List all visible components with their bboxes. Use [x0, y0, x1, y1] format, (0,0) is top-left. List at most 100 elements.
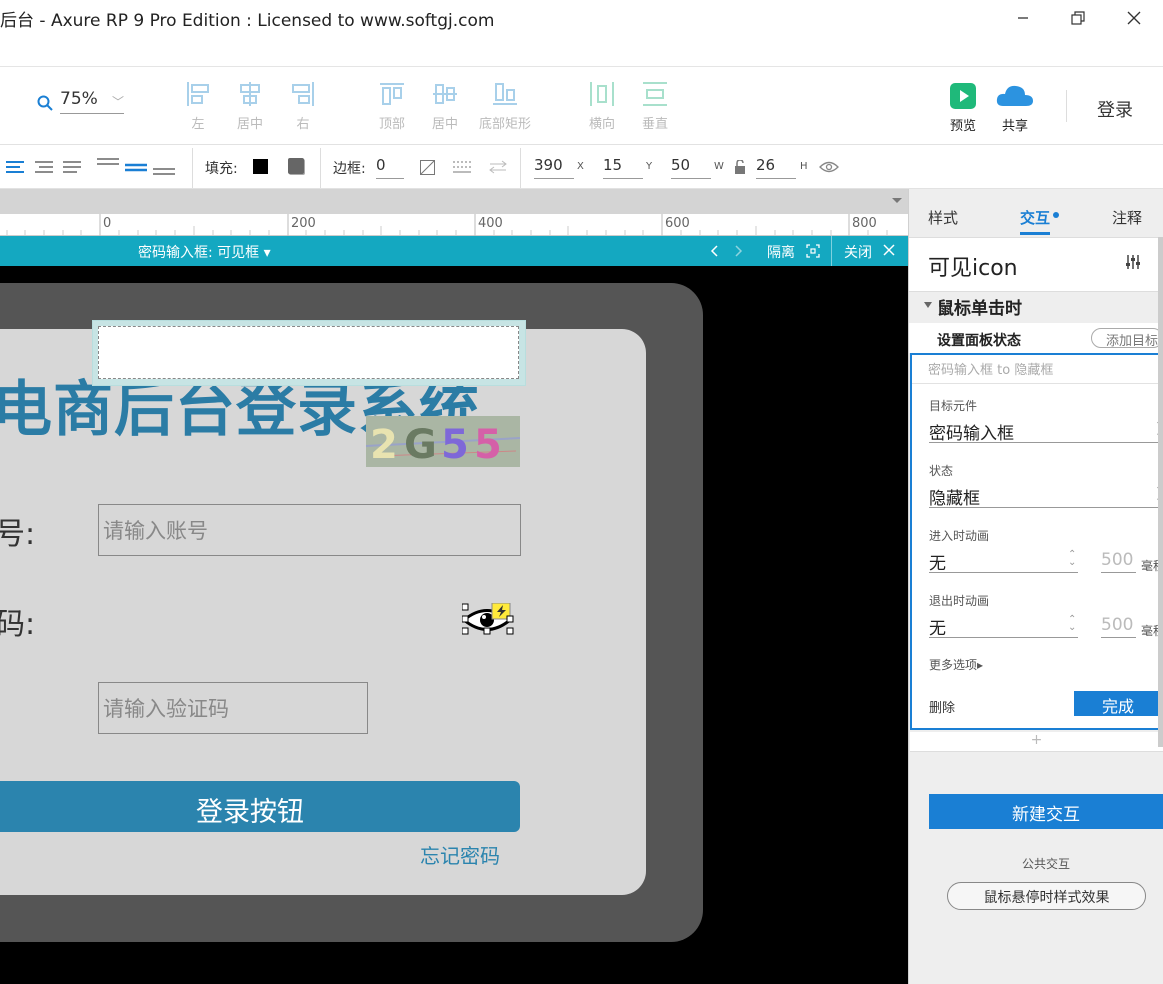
align-left-button[interactable]: 左 — [180, 80, 216, 132]
account-input[interactable]: 请输入账号 — [98, 504, 521, 556]
editbar-divider — [831, 236, 832, 266]
border-width-input[interactable]: 0 — [376, 156, 404, 179]
event-label: 鼠标单击时 — [937, 299, 1022, 319]
size-input[interactable]: 15 — [603, 156, 643, 179]
field-underline — [929, 507, 1159, 508]
password-input[interactable] — [98, 326, 519, 379]
captcha-image[interactable]: 2 G 5 5 — [366, 416, 520, 467]
panel-state-dropdown[interactable]: 密码输入框: 可见框 ▾ — [138, 242, 271, 262]
shadow-swatch[interactable] — [288, 158, 304, 174]
align-right-label: 右 — [296, 117, 310, 132]
active-dot — [1053, 212, 1059, 218]
close-icon[interactable] — [883, 244, 895, 256]
more-options-toggle[interactable]: 更多选项▸ — [929, 656, 983, 673]
x-input[interactable]: 390 — [534, 156, 574, 179]
caret-down-icon[interactable] — [923, 301, 933, 309]
ruler-tick-label: 0 — [103, 216, 112, 231]
horizontal-ruler — [0, 214, 908, 236]
valign-top-icon[interactable] — [97, 156, 119, 176]
text-align-left-icon[interactable] — [6, 160, 24, 174]
eye-icon[interactable] — [462, 603, 516, 637]
minimize-icon[interactable] — [1013, 8, 1033, 28]
height-input[interactable]: 26 — [756, 156, 796, 179]
forgot-password-link[interactable]: 忘记密码 — [420, 840, 500, 869]
tab-underline — [1020, 232, 1050, 235]
align-center-button[interactable]: 居中 — [232, 80, 268, 132]
text-align-right-icon[interactable] — [35, 160, 53, 174]
valign-middle-icon[interactable] — [125, 156, 147, 176]
settings-sliders-icon[interactable] — [1125, 254, 1141, 270]
play-icon — [950, 83, 976, 109]
format-divider — [320, 148, 321, 188]
menu-bar — [0, 36, 1163, 67]
share-button[interactable]: 共享 — [995, 82, 1035, 134]
align-top-icon — [380, 83, 404, 105]
lock-ratio-icon[interactable] — [734, 160, 746, 174]
target-select[interactable]: 密码输入框 — [929, 419, 1014, 444]
chevron-right-icon[interactable] — [734, 244, 744, 258]
action-label: 设置面板状态 — [937, 333, 1021, 349]
align-bottom-button[interactable]: 底部矩形 — [477, 80, 533, 132]
tab-style[interactable]: 样式 — [928, 207, 958, 228]
format-divider — [192, 148, 193, 188]
ruler-tick-label: 400 — [478, 216, 503, 231]
border-style-icon[interactable] — [453, 159, 471, 175]
arrow-style-icon[interactable] — [488, 159, 508, 175]
captcha-input[interactable]: 请输入验证码 — [98, 682, 368, 734]
enter-animation-label: 进入时动画 — [929, 529, 990, 543]
delete-button[interactable]: 删除 — [929, 697, 955, 716]
align-left-label: 左 — [191, 117, 205, 132]
align-right-button[interactable]: 右 — [285, 80, 321, 132]
y-input[interactable]: 50 — [671, 156, 711, 179]
align-bottom-label: 底部矩形 — [478, 117, 531, 132]
valign-bottom-icon[interactable] — [153, 156, 175, 176]
action-summary: 密码输入框 to 隐藏框 — [928, 363, 1054, 378]
panel-scrollbar[interactable] — [1158, 237, 1163, 747]
align-middle-label: 居中 — [431, 117, 458, 132]
panel-edit-bar: 密码输入框: 可见框 ▾ 隔离 关闭 — [0, 236, 908, 266]
login-button[interactable]: 登录按钮 — [0, 781, 520, 832]
svg-text:2: 2 — [370, 422, 398, 467]
login-link[interactable]: 登录 — [1097, 96, 1133, 122]
enter-animation-select[interactable]: 无 — [929, 549, 946, 574]
add-target-button[interactable]: 添加目标 — [1091, 328, 1163, 348]
chevron-left-icon[interactable] — [709, 244, 719, 258]
target-label: 目标元件 — [929, 399, 978, 413]
chevron-updown-icon[interactable]: ⌃⌄ — [1068, 550, 1076, 568]
restore-icon[interactable] — [1068, 8, 1088, 28]
zoom-select[interactable]: 75% ﹀ — [60, 89, 124, 114]
title-bar: 后台 - Axure RP 9 Pro Edition : Licensed t… — [0, 0, 1163, 36]
chevron-updown-icon[interactable]: ⌃⌄ — [1068, 615, 1076, 633]
enter-duration-input[interactable]: 500 — [1101, 550, 1133, 570]
close-edit-button[interactable]: 关闭 — [844, 242, 872, 262]
hover-style-button[interactable]: 鼠标悬停时样式效果 — [947, 882, 1146, 910]
state-select[interactable]: 隐藏框 — [929, 484, 980, 509]
align-bottom-icon — [493, 83, 517, 105]
done-button[interactable]: 完成 — [1074, 691, 1163, 716]
svg-text:G: G — [404, 422, 437, 467]
align-top-label: 顶部 — [378, 117, 405, 132]
eye-visibility-icon[interactable] — [819, 160, 839, 174]
tab-interactions[interactable]: 交互 — [1020, 207, 1050, 228]
align-middle-button[interactable]: 居中 — [427, 80, 463, 132]
exit-duration-input[interactable]: 500 — [1101, 615, 1133, 635]
new-interaction-button[interactable]: 新建交互 — [929, 794, 1163, 829]
tab-notes[interactable]: 注释 — [1112, 207, 1142, 228]
h-unit-label: H — [800, 161, 808, 172]
add-action-button[interactable]: + — [910, 732, 1163, 752]
distribute-vertical-button[interactable]: 垂直 — [637, 80, 673, 132]
canvas-top-strip — [0, 189, 908, 214]
password-label: 码: — [0, 607, 36, 642]
isolate-button[interactable]: 隔离 — [767, 242, 795, 262]
close-window-icon[interactable] — [1124, 8, 1144, 28]
fill-color-swatch[interactable] — [253, 159, 268, 174]
distribute-horizontal-label: 横向 — [588, 117, 615, 132]
border-color-icon[interactable] — [420, 160, 435, 175]
distribute-horizontal-button[interactable]: 横向 — [584, 80, 620, 132]
text-justify-icon[interactable] — [63, 160, 81, 174]
align-top-button[interactable]: 顶部 — [374, 80, 410, 132]
exit-animation-select[interactable]: 无 — [929, 614, 946, 639]
preview-button[interactable]: 预览 — [945, 82, 981, 134]
align-right-icon — [292, 82, 314, 106]
isolate-icon[interactable] — [806, 244, 820, 258]
